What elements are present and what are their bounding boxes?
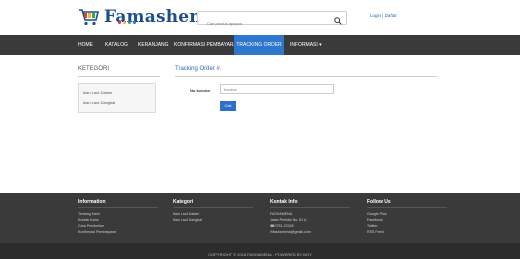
footer-link-kontak-kami[interactable]: Kontak Kami bbox=[78, 218, 98, 222]
footer-divider bbox=[173, 207, 253, 208]
footer-email[interactable]: ✉fashamena@gmail.com bbox=[270, 230, 311, 234]
category-item-ikan-laut-dangkal[interactable]: Ikan Laut Dangkal bbox=[83, 100, 115, 105]
footer-link-tentang-kami[interactable]: Tentang Kami bbox=[78, 212, 100, 216]
sidebar-divider bbox=[78, 76, 160, 77]
footer-address: Jalan Perintis No. 81 A bbox=[270, 218, 307, 222]
footer-link-rss-feed[interactable]: RSS Feed bbox=[367, 230, 384, 234]
search-icon[interactable] bbox=[333, 13, 343, 25]
footer-information-title: Information bbox=[78, 199, 106, 205]
footer-phone: ☎0751-22345 bbox=[270, 224, 294, 228]
nav-home[interactable]: HOME bbox=[78, 35, 93, 55]
title-divider bbox=[175, 76, 437, 77]
nav-keranjang[interactable]: KERANJANG bbox=[138, 35, 169, 55]
footer-link-konfirmasi-pembayaran[interactable]: Konfirmasi Pembayaran bbox=[78, 230, 116, 234]
dot-yellow bbox=[123, 21, 126, 24]
dot-green bbox=[128, 21, 131, 24]
footer-link-google-plus[interactable]: Google Plus bbox=[367, 212, 387, 216]
page-title: Tracking Order # bbox=[175, 66, 220, 72]
footer-link-facebook[interactable]: Facebook bbox=[367, 218, 383, 222]
footer-link-twitter[interactable]: Twitter bbox=[367, 224, 378, 228]
search-input[interactable] bbox=[198, 17, 327, 30]
cek-button[interactable]: Cek bbox=[220, 101, 236, 111]
main-nav: HOME KATALOG KERANJANG KONFIRMASI PEMBAY… bbox=[0, 35, 520, 55]
footer-divider bbox=[367, 207, 447, 208]
footer-company-name: FASHAMENA bbox=[270, 212, 293, 216]
footer-kategori-title: Kategori bbox=[173, 199, 194, 205]
footer-link-ikan-laut-dalam[interactable]: Ikan Laut Dalam bbox=[173, 212, 199, 216]
footer-phone-number: 0751-22345 bbox=[274, 224, 294, 228]
footer-link-cara-pembelian[interactable]: Cara Pembelian bbox=[78, 224, 104, 228]
search-box bbox=[197, 11, 347, 30]
dot-red bbox=[118, 21, 121, 24]
nav-konfirmasi-pembayaran[interactable]: KONFIRMASI PEMBAYARAN bbox=[174, 35, 241, 55]
login-register-link[interactable]: Login | Daftar bbox=[370, 13, 397, 18]
footer-kontak-title: Kontak Info bbox=[270, 199, 298, 205]
nav-informasi-dropdown[interactable]: INFORMASI ▾ bbox=[290, 35, 322, 55]
nav-tracking-order[interactable]: TRACKING ORDER bbox=[234, 35, 284, 55]
footer-link-ikan-laut-dangkal[interactable]: Ikan Laut Dangkal bbox=[173, 218, 202, 222]
dot-blue bbox=[133, 21, 136, 24]
site-header: Famashena Login | Daftar bbox=[0, 0, 520, 34]
footer-follow-title: Follow Us bbox=[367, 199, 391, 205]
footer-divider bbox=[270, 207, 350, 208]
shopping-cart-icon bbox=[78, 7, 100, 27]
category-list: Ikan Laut Dalam Ikan Laut Dangkal bbox=[78, 83, 156, 113]
footer-divider bbox=[78, 207, 158, 208]
footer-email-address[interactable]: fashamena@gmail.com bbox=[273, 230, 311, 234]
category-item-ikan-laut-dalam[interactable]: Ikan Laut Dalam bbox=[83, 90, 112, 95]
nav-katalog[interactable]: KATALOG bbox=[105, 35, 128, 55]
invoice-input[interactable] bbox=[220, 84, 334, 94]
copyright-text: COPYRIGHT © 2018 FASHAMENA - POWERED BY … bbox=[208, 252, 312, 257]
brand-dots-decoration bbox=[118, 21, 136, 24]
invoice-label: No Invoice bbox=[190, 88, 211, 93]
sidebar-title: KETEGORI bbox=[78, 66, 110, 72]
site-logo[interactable]: Famashena bbox=[78, 4, 213, 30]
